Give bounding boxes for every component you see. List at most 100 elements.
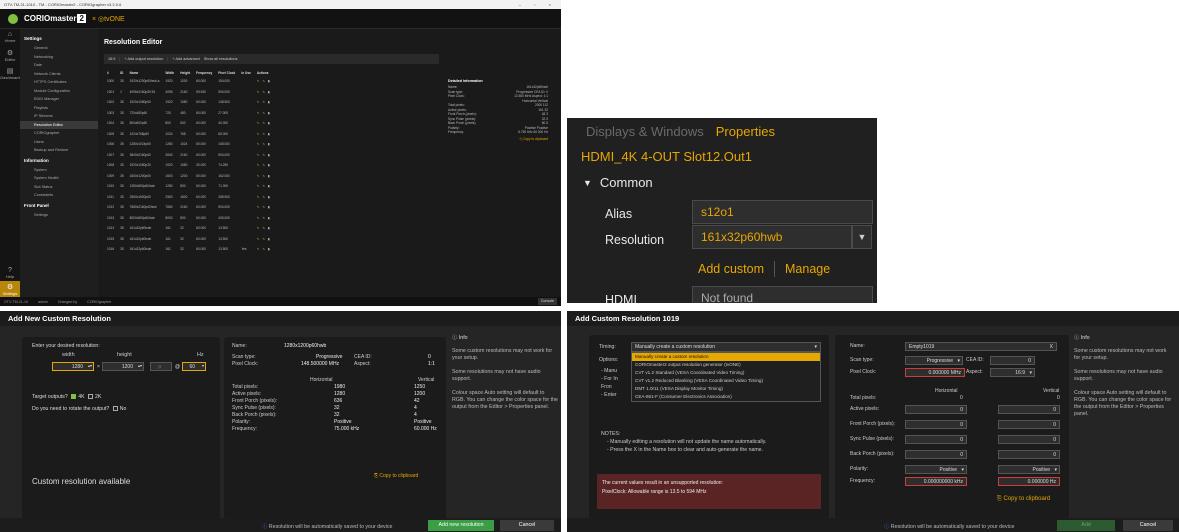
- param-v-input[interactable]: 0: [998, 420, 1060, 429]
- nav-item-users[interactable]: Users: [20, 138, 98, 147]
- nav-item-edid-manager[interactable]: EDID Manager: [20, 95, 98, 104]
- nav-item-resolution-editor[interactable]: Resolution Editor: [20, 120, 98, 129]
- scan-type-select[interactable]: Progressive ▾: [905, 356, 963, 365]
- timing-option[interactable]: CVT v1.2 Reduced Blanking (VESA Coordina…: [632, 377, 820, 385]
- trash-icon[interactable]: ▮: [268, 163, 271, 167]
- nav-item-module-configuration[interactable]: Module Configuration: [20, 87, 98, 96]
- add-custom-link[interactable]: Add custom: [698, 262, 764, 276]
- nav-item-https-certificates[interactable]: HTTPS Certificates: [20, 78, 98, 87]
- nav-item-playlists[interactable]: Playlists: [20, 104, 98, 113]
- timing-option[interactable]: Manually create a custom resolution: [632, 353, 820, 361]
- table-row[interactable]: 1011 35 2560x1600p60 2560 1600 60.000 268.500 ✎…: [104, 192, 274, 203]
- hz-input[interactable]: 60 ▾: [182, 362, 206, 371]
- trash-icon[interactable]: ▮: [268, 195, 271, 199]
- trash-icon[interactable]: ▮: [268, 111, 271, 115]
- table-row[interactable]: 1006 35 1280x1024p60 1280 1024 60.000 108.000 ✎…: [104, 139, 274, 150]
- height-input[interactable]: 1200 ▴▾: [102, 362, 144, 371]
- add-advanced-button[interactable]: + Add advanced: [172, 57, 199, 61]
- pixel-clock-input[interactable]: 0.000000 MHz: [905, 368, 965, 377]
- resolution-select[interactable]: 161x32p60hwb: [692, 225, 852, 249]
- nav-item-network-clients[interactable]: Network Clients: [20, 70, 98, 79]
- common-section-header[interactable]: ▼ Common: [583, 175, 653, 190]
- show-all-resolutions-toggle[interactable]: Show all resolutions: [204, 57, 238, 61]
- copy-to-clipboard-button[interactable]: ⎘ Copy to clipboard: [997, 496, 1050, 503]
- target-2k-checkbox[interactable]: [88, 394, 94, 400]
- name-input[interactable]: Empty1019 X: [905, 342, 1057, 351]
- nav-item-constraints[interactable]: Constraints: [20, 191, 98, 200]
- rotate-checkbox[interactable]: [112, 406, 118, 412]
- cancel-button[interactable]: Cancel: [500, 520, 554, 531]
- add-new-resolution-button[interactable]: Add new resolution: [428, 520, 494, 531]
- console-button[interactable]: Console: [537, 298, 557, 305]
- nav-item-system[interactable]: System: [20, 166, 98, 175]
- trash-icon[interactable]: ▮: [268, 90, 271, 94]
- timing-select[interactable]: Manually create a custom resolution ▾: [631, 342, 821, 352]
- table-row[interactable]: 1016 35 161x32p60hwb 161 32 60.000 13.500 Yes ✎ …: [104, 244, 274, 255]
- frequency-h-input[interactable]: 0.000000000 kHz: [905, 477, 967, 486]
- param-v-input[interactable]: 0: [998, 405, 1060, 414]
- table-row[interactable]: 1002 35 1920x1080p60 1920 1080 60.000 148.500 ✎…: [104, 97, 274, 108]
- tab-properties[interactable]: Properties: [716, 124, 775, 139]
- table-row[interactable]: 1009 35 1600x1200p60 1600 1200 60.000 162.000 ✎…: [104, 171, 274, 182]
- add-button[interactable]: Add: [1057, 520, 1115, 531]
- clear-icon[interactable]: X: [1050, 344, 1053, 350]
- rail-dashboard[interactable]: ▤ Dashboard: [0, 65, 20, 83]
- scan-select[interactable]: p: [150, 362, 172, 371]
- alias-input[interactable]: s12o1: [692, 200, 873, 224]
- table-row[interactable]: 1013 35 8000x800p60hwb 8000 800 60.000 405.000…: [104, 213, 274, 224]
- timing-option[interactable]: CVT v1.2 Standard (VESA Coordinated Vide…: [632, 369, 820, 377]
- chevron-down-icon[interactable]: ▼: [852, 225, 872, 249]
- table-row[interactable]: 1010 35 1280x800p60hwb 1280 800 60.000 71.000 ✎…: [104, 181, 274, 192]
- rail-editor[interactable]: ⚙ Editor: [0, 47, 20, 65]
- polarity-v-select[interactable]: Positive ▾: [998, 465, 1060, 474]
- param-v-input[interactable]: 0: [998, 435, 1060, 444]
- trash-icon[interactable]: ▮: [268, 79, 271, 83]
- nav-item-backup-and-restore[interactable]: Backup and Restore: [20, 146, 98, 155]
- nav-item-general[interactable]: General: [20, 44, 98, 53]
- table-row[interactable]: 1001 1 4096x2160p59.94 4096 2160 59.940 594.00…: [104, 87, 274, 98]
- width-input[interactable]: 1280 ▴▾: [52, 362, 94, 371]
- rail-home[interactable]: ⌂ Home: [0, 29, 20, 47]
- frequency-v-input[interactable]: 0.000000 Hz: [998, 477, 1060, 486]
- param-h-input[interactable]: 0: [905, 405, 967, 414]
- table-row[interactable]: 1015 35 161x32p60hwb 161 32 60.000 13.500 ✎ ✎ ▮: [104, 234, 274, 245]
- nav-item-coriographer[interactable]: CORIOgrapher: [20, 129, 98, 138]
- trash-icon[interactable]: ▮: [268, 184, 271, 188]
- table-row[interactable]: 1000 35 1920x1200p60hwb-a 1920 1200 60.000 154…: [104, 76, 274, 87]
- window-controls[interactable]: – ▫ ×: [519, 0, 557, 9]
- nav-item-date[interactable]: Date: [20, 61, 98, 70]
- tab-displays-windows[interactable]: Displays & Windows: [586, 124, 704, 139]
- trash-icon[interactable]: ▮: [268, 205, 271, 209]
- cea-id-input[interactable]: 0: [990, 356, 1035, 365]
- target-4k-checkbox[interactable]: [71, 394, 77, 400]
- timing-option[interactable]: DMT 1.0r11 (VESA Display Monitor Timing): [632, 385, 820, 393]
- trash-icon[interactable]: ▮: [268, 237, 271, 241]
- table-row[interactable]: 1003 35 720x480p60 720 480 60.000 27.000 ✎ ✎ ▮: [104, 108, 274, 119]
- trash-icon[interactable]: ▮: [268, 247, 271, 251]
- nav-item-networking[interactable]: Networking: [20, 53, 98, 62]
- table-row[interactable]: 1008 35 1920x1080p30 1920 1080 30.000 74.250 ✎ …: [104, 160, 274, 171]
- param-h-input[interactable]: 0: [905, 435, 967, 444]
- nav-item-ip-streams[interactable]: IP Streams: [20, 112, 98, 121]
- trash-icon[interactable]: ▮: [268, 121, 271, 125]
- param-h-input[interactable]: 0: [905, 420, 967, 429]
- aspect-select[interactable]: 16:9 ▾: [990, 368, 1035, 377]
- table-row[interactable]: 1014 35 161x32p60hwb 161 32 60.000 13.500 ✎ ✎ ▮: [104, 223, 274, 234]
- trash-icon[interactable]: ▮: [268, 132, 271, 136]
- timing-option[interactable]: CEA-861-F (Consumer Electronics Associat…: [632, 393, 820, 401]
- param-v-input[interactable]: 0: [998, 450, 1060, 459]
- trash-icon[interactable]: ▮: [268, 142, 271, 146]
- trash-icon[interactable]: ▮: [268, 100, 271, 104]
- copy-to-clipboard-button[interactable]: ⎘ Copy to clipboard: [448, 137, 548, 141]
- add-output-resolution-button[interactable]: + Add output resolution: [124, 57, 163, 61]
- polarity-h-select[interactable]: Positive ▾: [905, 465, 967, 474]
- trash-icon[interactable]: ▮: [268, 153, 271, 157]
- table-row[interactable]: 1007 35 3840x2160p60 3840 2160 60.000 594.000 ✎…: [104, 150, 274, 161]
- table-row[interactable]: 1004 35 800x600p60 800 600 60.000 40.000 ✎ ✎ ▮: [104, 118, 274, 129]
- param-h-input[interactable]: 0: [905, 450, 967, 459]
- trash-icon[interactable]: ▮: [268, 216, 271, 220]
- table-row[interactable]: 1005 35 1024x768p60 1024 768 60.000 65.000 ✎ ✎ …: [104, 129, 274, 140]
- nav-item-settings[interactable]: Settings: [20, 211, 98, 220]
- trash-icon[interactable]: ▮: [268, 174, 271, 178]
- nav-item-system-health[interactable]: System Health: [20, 174, 98, 183]
